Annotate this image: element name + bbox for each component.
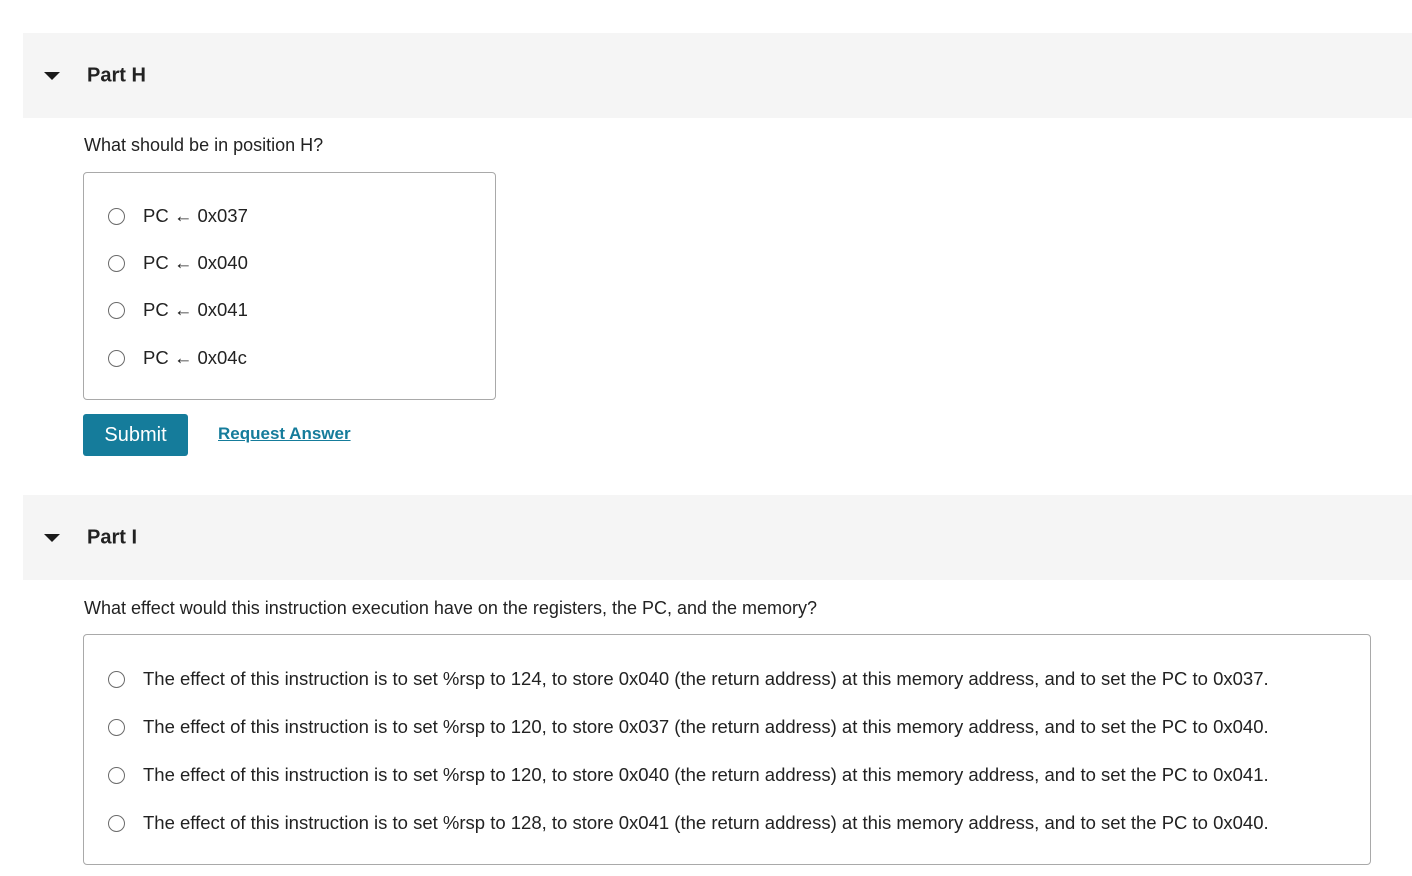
radio-button[interactable] xyxy=(108,301,125,319)
part-i-choice-2[interactable]: The effect of this instruction is to set… xyxy=(108,716,1269,738)
part-i-title: Part I xyxy=(87,526,138,548)
radio-button[interactable] xyxy=(108,718,125,736)
radio-button[interactable] xyxy=(108,349,125,367)
part-i-choices: The effect of this instruction is to set… xyxy=(83,634,1371,865)
caret-down-icon[interactable] xyxy=(44,71,60,80)
caret-down-icon[interactable] xyxy=(44,533,60,542)
part-h-choice-2[interactable]: PC ← 0x040 xyxy=(108,252,248,274)
choice-label: PC ← 0x040 xyxy=(143,252,248,273)
choice-label: The effect of this instruction is to set… xyxy=(143,668,1269,689)
part-h-choices: PC ← 0x037 PC ← 0x040 PC ← 0x041 PC ← 0x… xyxy=(83,172,496,400)
radio-button[interactable] xyxy=(108,254,125,272)
choice-label: The effect of this instruction is to set… xyxy=(143,716,1269,737)
choice-label: The effect of this instruction is to set… xyxy=(143,764,1269,785)
part-h-title: Part H xyxy=(87,64,146,86)
radio-button[interactable] xyxy=(108,766,125,784)
radio-button[interactable] xyxy=(108,207,125,225)
part-i-choice-3[interactable]: The effect of this instruction is to set… xyxy=(108,764,1269,786)
radio-button[interactable] xyxy=(108,670,125,688)
request-answer-link[interactable]: Request Answer xyxy=(218,424,351,444)
part-i-question: What effect would this instruction execu… xyxy=(84,598,818,618)
part-i-header[interactable]: Part I xyxy=(23,495,1412,580)
part-h-choice-1[interactable]: PC ← 0x037 xyxy=(108,205,248,227)
choice-label: PC ← 0x04c xyxy=(143,347,247,368)
choice-label: PC ← 0x037 xyxy=(143,205,248,226)
radio-button[interactable] xyxy=(108,814,125,832)
choice-label: The effect of this instruction is to set… xyxy=(143,812,1269,833)
part-h-choice-3[interactable]: PC ← 0x041 xyxy=(108,299,248,321)
part-h-header[interactable]: Part H xyxy=(23,33,1412,118)
choice-label: PC ← 0x041 xyxy=(143,299,248,320)
part-h-question: What should be in position H? xyxy=(84,135,324,155)
submit-button[interactable]: Submit xyxy=(83,414,188,456)
part-i-choice-4[interactable]: The effect of this instruction is to set… xyxy=(108,812,1269,834)
part-i-choice-1[interactable]: The effect of this instruction is to set… xyxy=(108,668,1269,690)
part-h-choice-4[interactable]: PC ← 0x04c xyxy=(108,347,247,369)
